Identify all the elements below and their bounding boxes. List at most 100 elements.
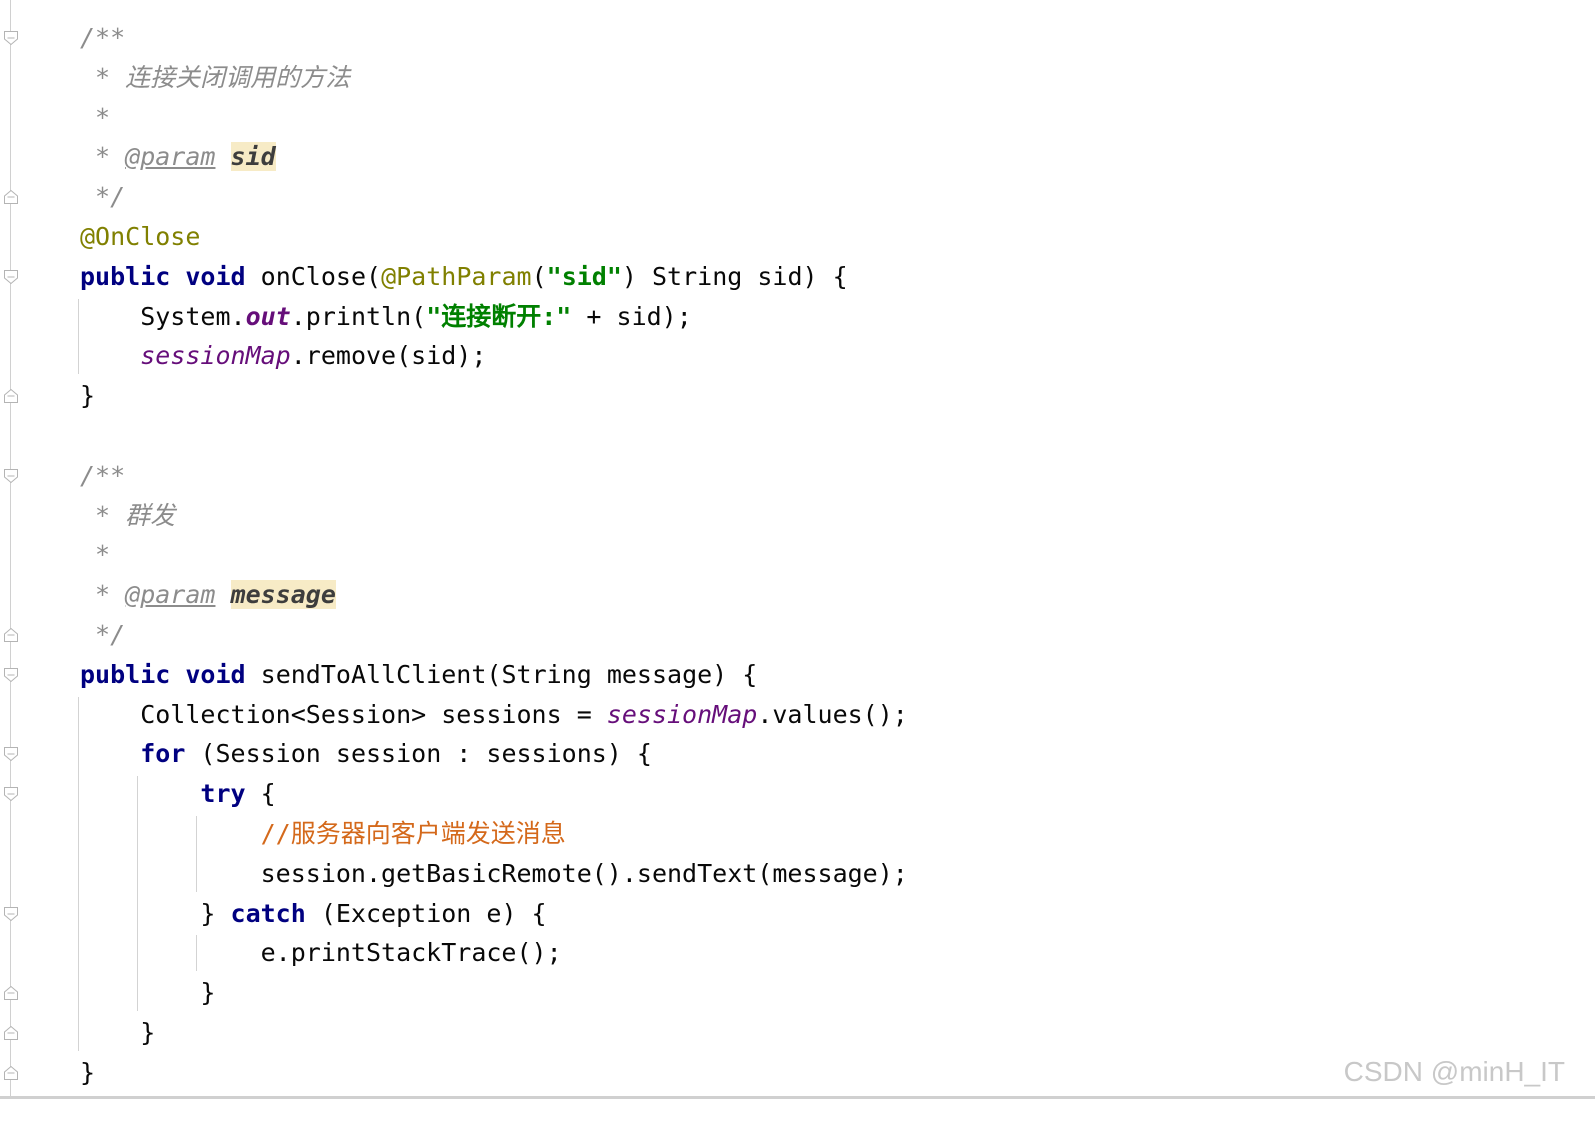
- code-line[interactable]: /**: [80, 18, 125, 58]
- code-token: public: [80, 659, 171, 689]
- fold-end-icon[interactable]: [3, 985, 19, 1001]
- code-token: }: [80, 898, 231, 928]
- code-token: *: [80, 142, 126, 172]
- code-token: void: [185, 659, 246, 689]
- code-line[interactable]: try {: [80, 774, 276, 814]
- code-token: @OnClose: [80, 222, 201, 251]
- code-token: */: [80, 182, 126, 212]
- fold-collapse-icon[interactable]: [3, 269, 19, 285]
- fold-end-icon[interactable]: [3, 627, 19, 643]
- code-token: sid: [230, 142, 276, 172]
- code-token: *: [80, 62, 126, 92]
- code-line[interactable]: public void sendToAllClient(String messa…: [80, 655, 757, 695]
- fold-collapse-icon[interactable]: [3, 468, 19, 484]
- code-line[interactable]: public void onClose(@PathParam("sid") St…: [80, 257, 848, 297]
- code-token: 群发: [125, 500, 176, 530]
- code-token: ) String sid) {: [621, 261, 848, 291]
- code-line[interactable]: //服务器向客户端发送消息: [80, 814, 566, 854]
- code-token: @PathParam: [381, 261, 532, 291]
- indent-guide: [78, 298, 79, 375]
- code-token: Collection<Session> sessions =: [80, 699, 607, 729]
- code-token: "连接断开:": [426, 301, 572, 331]
- code-line[interactable]: for (Session session : sessions) {: [80, 734, 652, 774]
- code-token: .values();: [757, 699, 908, 729]
- code-line[interactable]: */: [80, 615, 125, 655]
- code-token: }: [80, 1018, 156, 1047]
- fold-end-icon[interactable]: [3, 189, 19, 205]
- code-token: /**: [80, 23, 126, 52]
- code-line[interactable]: }: [80, 1013, 155, 1053]
- code-line[interactable]: session.getBasicRemote().sendText(messag…: [80, 854, 908, 894]
- code-token: @param: [125, 142, 216, 172]
- fold-collapse-icon[interactable]: [3, 786, 19, 802]
- code-token: 服务器向客户端发送消息: [290, 819, 566, 848]
- fold-end-icon[interactable]: [3, 388, 19, 404]
- code-line[interactable]: @OnClose: [80, 217, 200, 257]
- code-token: }: [80, 1057, 96, 1087]
- code-line[interactable]: }: [80, 376, 95, 416]
- code-token: {: [245, 779, 276, 809]
- fold-end-icon[interactable]: [3, 1025, 19, 1041]
- code-line[interactable]: }: [80, 973, 215, 1013]
- code-token: (: [531, 261, 547, 291]
- gutter-divider: [10, 0, 11, 1096]
- code-token: /**: [80, 460, 126, 490]
- code-token: //: [260, 819, 291, 848]
- fold-collapse-icon[interactable]: [3, 667, 19, 683]
- code-line[interactable]: *: [80, 535, 110, 575]
- fold-collapse-icon[interactable]: [3, 30, 19, 46]
- code-token: public: [80, 261, 171, 291]
- code-token: sessionMap: [140, 341, 291, 371]
- code-line[interactable]: /**: [80, 456, 125, 496]
- code-line[interactable]: * @param sid: [80, 137, 276, 177]
- code-line[interactable]: sessionMap.remove(sid);: [80, 336, 486, 376]
- code-token: *: [80, 580, 126, 610]
- code-token: @param: [125, 580, 216, 610]
- code-token: void: [185, 261, 246, 291]
- code-line[interactable]: * 群发: [80, 496, 175, 536]
- code-line[interactable]: * 连接关闭调用的方法: [80, 58, 350, 98]
- code-token: "sid": [546, 261, 622, 291]
- code-token: 连接关闭调用的方法: [125, 62, 351, 92]
- indent-guide: [137, 776, 138, 1011]
- code-line[interactable]: System.out.println("连接断开:" + sid);: [80, 297, 692, 337]
- code-token: sendToAllClient(String message) {: [245, 659, 758, 689]
- code-token: for: [140, 739, 186, 769]
- code-token: *: [80, 500, 126, 530]
- code-token: session.getBasicRemote().sendText(messag…: [80, 858, 908, 888]
- code-token: (Exception e) {: [305, 898, 547, 928]
- code-line[interactable]: e.printStackTrace();: [80, 933, 562, 973]
- code-line[interactable]: }: [80, 1053, 95, 1093]
- indent-guide: [196, 935, 197, 972]
- code-token: onClose(: [245, 261, 382, 291]
- code-line[interactable]: */: [80, 177, 125, 217]
- code-line[interactable]: *: [80, 98, 110, 138]
- code-line[interactable]: } catch (Exception e) {: [80, 894, 547, 934]
- code-line[interactable]: Collection<Session> sessions = sessionMa…: [80, 695, 908, 735]
- code-token: + sid);: [571, 301, 692, 331]
- code-token: (Session session : sessions) {: [185, 739, 652, 769]
- fold-collapse-icon[interactable]: [3, 906, 19, 922]
- fold-collapse-icon[interactable]: [3, 746, 19, 762]
- code-token: catch: [230, 898, 306, 928]
- code-line[interactable]: * @param message: [80, 575, 336, 615]
- code-token: .remove(sid);: [290, 341, 487, 371]
- code-token: .println(: [290, 301, 427, 331]
- fold-end-icon[interactable]: [3, 1065, 19, 1081]
- code-token: */: [80, 620, 126, 649]
- code-token: }: [80, 381, 96, 411]
- code-token: sessionMap: [606, 699, 758, 729]
- editor-bottom-border: [0, 1096, 1595, 1099]
- code-token: out: [245, 301, 291, 331]
- code-token: *: [80, 102, 111, 132]
- watermark: CSDN @minH_IT: [1343, 1056, 1565, 1087]
- code-token: message: [230, 580, 336, 610]
